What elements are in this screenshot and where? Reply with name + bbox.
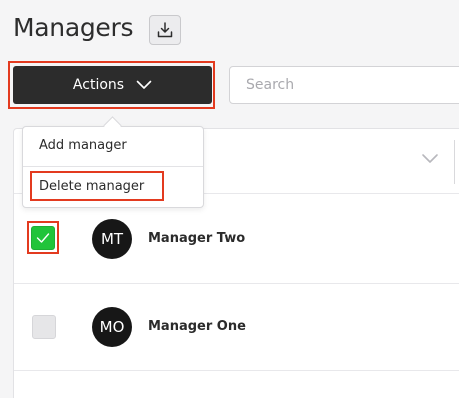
download-button[interactable]	[149, 15, 181, 45]
manager-name[interactable]: Manager One	[148, 319, 246, 334]
header-divider	[454, 140, 455, 184]
menu-item-highlight	[30, 171, 164, 201]
row-divider	[14, 283, 459, 284]
row-checkbox-manager-one[interactable]	[32, 315, 56, 339]
menu-item-add-manager[interactable]: Add manager	[39, 138, 127, 153]
checkbox-highlight	[27, 221, 59, 254]
manager-name[interactable]: Manager Two	[148, 231, 245, 246]
download-icon	[157, 22, 173, 38]
avatar: MO	[92, 307, 132, 347]
chevron-down-icon[interactable]	[421, 153, 439, 165]
search-input[interactable]	[229, 66, 459, 104]
page-title: Managers	[13, 13, 134, 42]
avatar: MT	[92, 219, 132, 259]
managers-page: Managers Actions MT Manager Two MO	[0, 0, 459, 398]
row-divider	[14, 370, 459, 371]
actions-button-highlight	[8, 61, 215, 109]
menu-divider	[23, 166, 203, 167]
